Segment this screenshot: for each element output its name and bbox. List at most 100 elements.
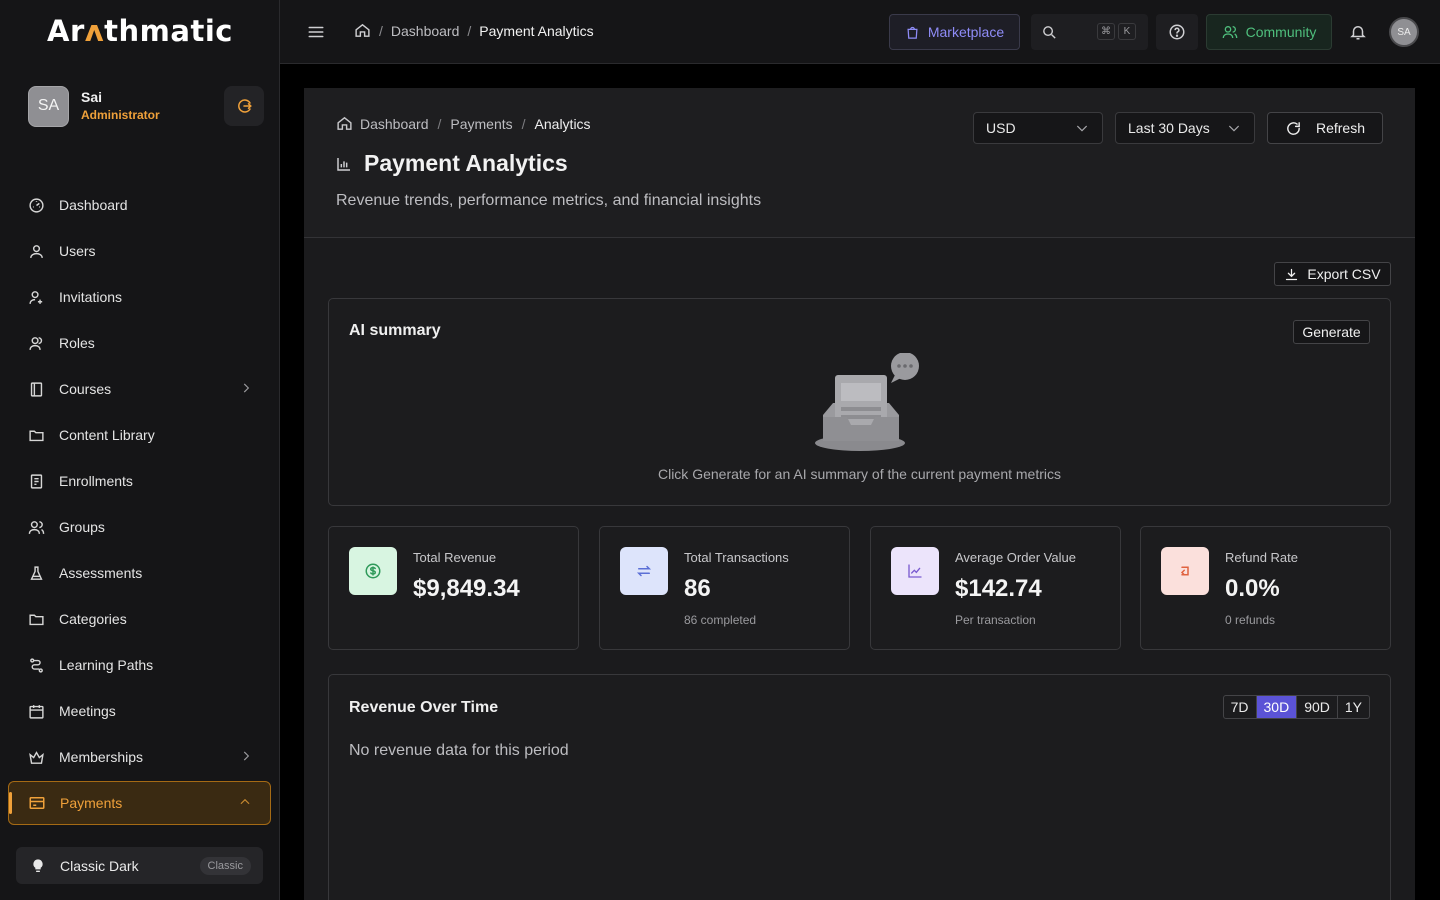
user-role: Administrator bbox=[81, 108, 160, 122]
sidebar-item-content-library[interactable]: Content Library bbox=[8, 412, 271, 458]
metric-value: $142.74 bbox=[955, 575, 1042, 602]
currency-select[interactable]: USD bbox=[973, 112, 1103, 144]
main-content: Dashboard / Payments / Analytics Payment… bbox=[304, 88, 1415, 900]
home-icon[interactable] bbox=[354, 22, 371, 39]
help-button[interactable] bbox=[1156, 14, 1198, 50]
sidebar-item-label: Learning Paths bbox=[59, 657, 154, 673]
sidebar-item-label: Courses bbox=[59, 381, 112, 397]
transfer-icon bbox=[636, 565, 652, 577]
metric-sub: 0 refunds bbox=[1225, 613, 1276, 627]
sidebar-item-label: Payments bbox=[60, 795, 123, 811]
profile-avatar[interactable]: SA bbox=[1389, 17, 1419, 47]
roles-icon bbox=[27, 334, 45, 352]
sidebar-item-memberships[interactable]: Memberships bbox=[8, 734, 271, 780]
chevron-down-icon bbox=[1074, 120, 1090, 136]
trend-icon bbox=[908, 564, 922, 578]
sidebar-item-label: Assessments bbox=[59, 565, 143, 581]
user-name: Sai bbox=[81, 89, 103, 105]
theme-switcher[interactable]: Classic Dark Classic bbox=[16, 847, 263, 884]
crown-icon bbox=[27, 748, 45, 766]
generate-button[interactable]: Generate bbox=[1293, 320, 1370, 344]
breadcrumb-current: Payment Analytics bbox=[479, 22, 594, 39]
kbd-k: K bbox=[1118, 23, 1136, 40]
metric-icon-tile bbox=[891, 547, 939, 595]
revenue-range-toggle: 7D 30D 90D 1Y bbox=[1222, 695, 1370, 719]
sidebar-item-categories[interactable]: Categories bbox=[8, 596, 271, 642]
sidebar-item-assessments[interactable]: Assessments bbox=[8, 550, 271, 596]
menu-toggle-button[interactable] bbox=[304, 20, 328, 44]
sidebar-item-roles[interactable]: Roles bbox=[8, 320, 271, 366]
dashboard-icon bbox=[27, 196, 45, 214]
sidebar: Arʌthmatic SA Sai Administrator Dashboar… bbox=[0, 0, 280, 900]
home-icon[interactable] bbox=[336, 115, 353, 132]
sidebar-item-label: Content Library bbox=[59, 427, 155, 443]
chevron-right-icon bbox=[239, 381, 253, 398]
range-1y-button[interactable]: 1Y bbox=[1336, 696, 1369, 718]
breadcrumb-dashboard-link[interactable]: Dashboard bbox=[391, 23, 460, 39]
chevron-right-icon bbox=[239, 749, 253, 766]
topbar-breadcrumb: / Dashboard / Payment Analytics bbox=[354, 22, 594, 39]
marketplace-button[interactable]: Marketplace bbox=[889, 14, 1020, 50]
refund-icon bbox=[1180, 566, 1189, 576]
theme-badge: Classic bbox=[199, 856, 251, 875]
sidebar-item-invitations[interactable]: Invitations bbox=[8, 274, 271, 320]
breadcrumb-current: Analytics bbox=[534, 115, 591, 132]
breadcrumb-separator: / bbox=[437, 115, 442, 132]
download-icon bbox=[1284, 267, 1299, 282]
sidebar-item-groups[interactable]: Groups bbox=[8, 504, 271, 550]
metric-icon-tile bbox=[620, 547, 668, 595]
metric-icon-tile bbox=[349, 547, 397, 595]
users-icon bbox=[27, 518, 45, 536]
date-range-select[interactable]: Last 30 Days bbox=[1115, 112, 1255, 144]
sidebar-item-meetings[interactable]: Meetings bbox=[8, 688, 271, 734]
sidebar-item-courses[interactable]: Courses bbox=[8, 366, 271, 412]
refresh-label: Refresh bbox=[1315, 120, 1366, 136]
breadcrumb-separator: / bbox=[467, 22, 472, 39]
search-icon bbox=[1043, 25, 1056, 39]
range-90d-button[interactable]: 90D bbox=[1296, 696, 1337, 718]
app-logo[interactable]: Arʌthmatic bbox=[0, 14, 280, 48]
lightbulb-icon bbox=[30, 858, 46, 874]
metric-icon-tile bbox=[1161, 547, 1209, 595]
book-icon bbox=[27, 380, 45, 398]
currency-value: USD bbox=[986, 120, 1016, 136]
sidebar-item-learning-paths[interactable]: Learning Paths bbox=[8, 642, 271, 688]
notifications-button[interactable] bbox=[1346, 20, 1370, 44]
metric-label: Total Transactions bbox=[684, 550, 789, 565]
page-breadcrumb: Dashboard / Payments / Analytics bbox=[336, 115, 591, 132]
breadcrumb-separator: / bbox=[521, 115, 526, 132]
kbd-cmd: ⌘ bbox=[1097, 23, 1115, 40]
sidebar-item-label: Dashboard bbox=[59, 197, 128, 213]
sidebar-item-label: Groups bbox=[59, 519, 105, 535]
sidebar-item-dashboard[interactable]: Dashboard bbox=[8, 182, 271, 228]
community-button[interactable]: Community bbox=[1206, 14, 1332, 50]
range-30d-button[interactable]: 30D bbox=[1255, 696, 1297, 718]
refresh-button[interactable]: Refresh bbox=[1267, 112, 1383, 144]
metric-sub: 86 completed bbox=[684, 613, 757, 627]
revenue-over-time-card: Revenue Over Time 7D 30D 90D 1Y No reven… bbox=[328, 674, 1391, 900]
user-card: SA Sai Administrator bbox=[28, 84, 264, 128]
page-title-text: Payment Analytics bbox=[364, 150, 568, 176]
bell-icon bbox=[1350, 26, 1366, 40]
date-range-value: Last 30 Days bbox=[1128, 120, 1210, 136]
switch-account-button[interactable] bbox=[224, 86, 264, 126]
dollar-icon bbox=[365, 563, 381, 579]
empty-inbox-illustration bbox=[813, 352, 923, 462]
chevron-up-icon bbox=[238, 795, 252, 812]
range-7d-button[interactable]: 7D bbox=[1224, 696, 1256, 718]
ai-summary-title: AI summary bbox=[349, 322, 441, 339]
community-label: Community bbox=[1245, 24, 1317, 40]
ai-summary-card: AI summary Generate Click Generate for a… bbox=[328, 298, 1391, 506]
search-button[interactable]: ⌘ K bbox=[1031, 14, 1148, 50]
breadcrumb-dashboard-link[interactable]: Dashboard bbox=[360, 116, 429, 132]
user-avatar[interactable]: SA bbox=[28, 85, 69, 127]
page-subtitle: Revenue trends, performance metrics, and… bbox=[336, 192, 762, 209]
sidebar-item-enrollments[interactable]: Enrollments bbox=[8, 458, 271, 504]
sidebar-item-users[interactable]: Users bbox=[8, 228, 271, 274]
sidebar-item-payments[interactable]: Payments bbox=[8, 781, 271, 825]
sidebar-item-label: Invitations bbox=[59, 289, 123, 305]
metric-value: 0.0% bbox=[1225, 575, 1280, 602]
breadcrumb-payments-link[interactable]: Payments bbox=[450, 116, 512, 132]
export-csv-button[interactable]: Export CSV bbox=[1274, 262, 1391, 286]
folder-icon bbox=[27, 610, 45, 628]
